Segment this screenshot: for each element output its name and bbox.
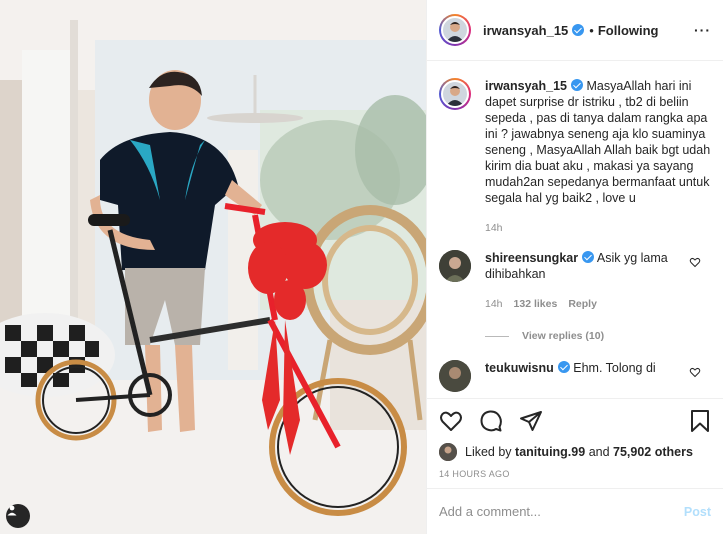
likes-others-link[interactable]: 75,902 others — [613, 445, 693, 459]
user-icon — [7, 505, 17, 516]
caption-text: MasyaAllah hari ini dapet surprise dr is… — [485, 79, 711, 205]
heart-icon[interactable] — [439, 409, 463, 433]
more-horizontal-icon[interactable]: ··· — [694, 22, 711, 38]
caption-username[interactable]: irwansyah_15 — [485, 79, 567, 93]
comment-icon[interactable] — [479, 409, 503, 433]
liker-username[interactable]: tanituing.99 — [515, 445, 585, 459]
comment-heart-icon[interactable] — [689, 366, 701, 378]
action-bar — [427, 399, 723, 443]
verified-badge-icon — [582, 251, 595, 263]
comment-item: teukuwisnu Ehm. Tolong di — [439, 360, 711, 392]
instagram-post-modal: irwansyah_15 • Following ··· irwansyah_1… — [0, 0, 723, 534]
comment-input[interactable] — [439, 504, 684, 519]
caption: irwansyah_15 MasyaAllah hari ini dapet s… — [439, 78, 711, 236]
likes-prefix: Liked by — [465, 445, 512, 459]
comment-time[interactable]: 14h — [485, 296, 503, 312]
bookmark-icon[interactable] — [689, 409, 711, 433]
verified-badge-icon — [572, 24, 585, 36]
tagged-user-button[interactable] — [6, 504, 30, 528]
post-timestamp[interactable]: 14 HOURS AGO — [427, 461, 723, 479]
divider-line — [485, 335, 509, 337]
reply-button[interactable]: Reply — [568, 296, 597, 312]
verified-badge-icon — [571, 79, 583, 91]
comment-username[interactable]: shireensungkar — [485, 251, 578, 265]
view-replies-button[interactable]: View replies (10) — [485, 330, 711, 342]
liker-avatar[interactable] — [439, 443, 457, 461]
post-header: irwansyah_15 • Following ··· — [427, 0, 723, 61]
verified-badge-icon — [557, 361, 570, 373]
comments-list[interactable]: irwansyah_15 MasyaAllah hari ini dapet s… — [427, 62, 723, 398]
avatar[interactable] — [439, 14, 471, 46]
caption-time[interactable]: 14h — [485, 220, 503, 236]
likes-summary: Liked by tanituing.99 and 75,902 others — [427, 443, 723, 461]
header-username[interactable]: irwansyah_15 — [483, 23, 568, 38]
post-actions-section: Liked by tanituing.99 and 75,902 others … — [427, 398, 723, 479]
post-photo[interactable] — [0, 0, 426, 534]
post-comment-button[interactable]: Post — [684, 505, 711, 519]
add-comment-bar: Post — [427, 488, 723, 534]
comment-heart-icon[interactable] — [689, 256, 701, 268]
likes-connector: and — [588, 445, 610, 459]
view-replies-label: View replies (10) — [522, 330, 605, 342]
comment-likes[interactable]: 132 likes — [514, 296, 558, 312]
paper-plane-icon[interactable] — [519, 409, 543, 433]
caption-avatar[interactable] — [439, 78, 471, 110]
header-separator: • — [589, 22, 594, 38]
comment-text: Ehm. Tolong di — [573, 361, 656, 375]
commenter-avatar[interactable] — [439, 250, 471, 282]
commenter-avatar[interactable] — [439, 360, 471, 392]
following-button[interactable]: Following — [598, 23, 659, 38]
comment-username[interactable]: teukuwisnu — [485, 361, 554, 375]
photo-illustration — [0, 0, 426, 534]
comment-item: shireensungkar Asik yg lama dihibahkan 1… — [439, 250, 711, 312]
post-side-panel: irwansyah_15 • Following ··· irwansyah_1… — [426, 0, 723, 534]
